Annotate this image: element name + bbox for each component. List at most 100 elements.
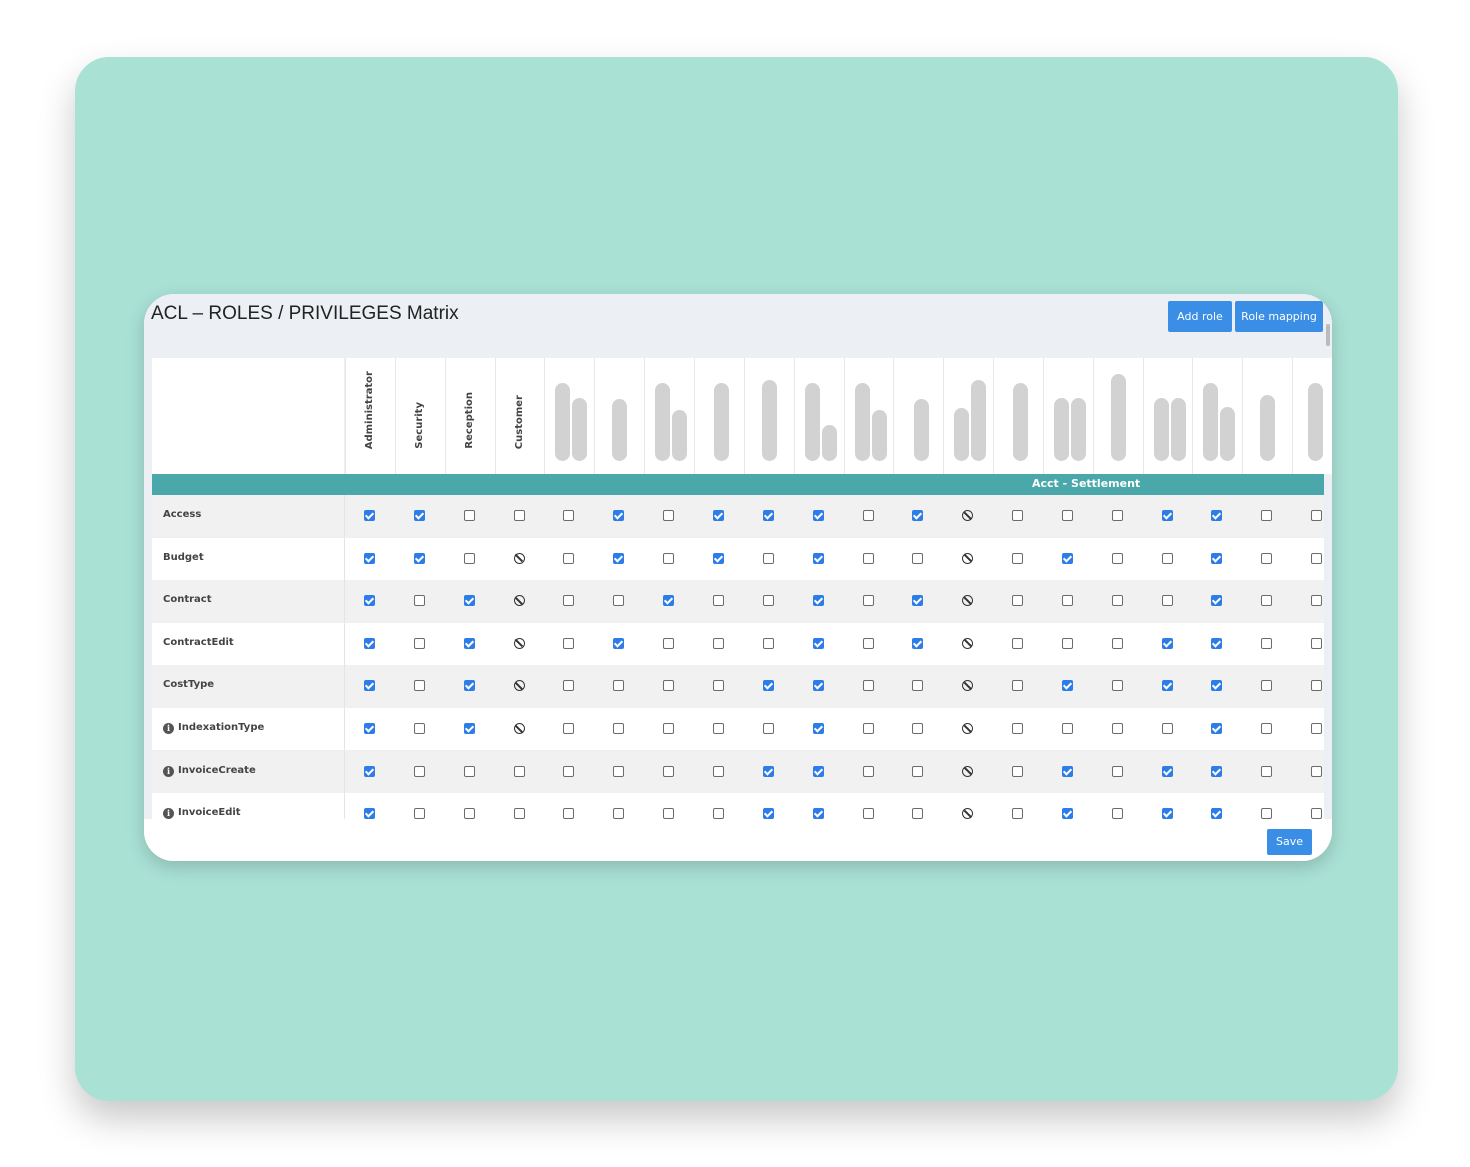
denied-icon[interactable]: [513, 552, 525, 564]
checkbox-checked[interactable]: [1211, 680, 1223, 692]
checkbox-unchecked[interactable]: [613, 723, 625, 734]
checkbox-checked[interactable]: [1211, 765, 1223, 777]
checkbox-unchecked[interactable]: [413, 637, 425, 649]
checkbox-checked[interactable]: [812, 680, 824, 692]
checkbox-unchecked[interactable]: [663, 680, 675, 692]
denied-icon[interactable]: [962, 595, 974, 607]
checkbox-unchecked[interactable]: [513, 808, 525, 819]
checkbox-unchecked[interactable]: [1261, 765, 1273, 777]
denied-icon[interactable]: [513, 680, 525, 692]
checkbox-unchecked[interactable]: [563, 637, 575, 649]
checkbox-unchecked[interactable]: [613, 765, 625, 777]
checkbox-unchecked[interactable]: [563, 595, 575, 607]
checkbox-unchecked[interactable]: [413, 765, 425, 777]
checkbox-checked[interactable]: [463, 680, 475, 692]
checkbox-unchecked[interactable]: [413, 680, 425, 692]
checkbox-unchecked[interactable]: [712, 637, 724, 649]
checkbox-unchecked[interactable]: [712, 765, 724, 777]
checkbox-unchecked[interactable]: [1061, 723, 1073, 734]
checkbox-unchecked[interactable]: [1012, 595, 1024, 607]
checkbox-unchecked[interactable]: [513, 510, 525, 521]
checkbox-unchecked[interactable]: [463, 765, 475, 777]
checkbox-unchecked[interactable]: [1111, 637, 1123, 649]
checkbox-unchecked[interactable]: [712, 595, 724, 607]
checkbox-unchecked[interactable]: [862, 637, 874, 649]
checkbox-unchecked[interactable]: [1311, 808, 1323, 819]
checkbox-checked[interactable]: [364, 595, 375, 607]
role-mapping-button[interactable]: Role mapping: [1235, 301, 1323, 332]
checkbox-unchecked[interactable]: [663, 510, 675, 521]
checkbox-checked[interactable]: [1061, 765, 1073, 777]
checkbox-unchecked[interactable]: [912, 680, 924, 692]
denied-icon[interactable]: [962, 723, 974, 734]
checkbox-checked[interactable]: [1211, 808, 1223, 819]
checkbox-checked[interactable]: [1211, 510, 1223, 521]
checkbox-unchecked[interactable]: [513, 765, 525, 777]
add-role-button[interactable]: Add role: [1168, 301, 1232, 332]
checkbox-checked[interactable]: [663, 595, 675, 607]
checkbox-unchecked[interactable]: [663, 637, 675, 649]
checkbox-unchecked[interactable]: [563, 765, 575, 777]
checkbox-unchecked[interactable]: [663, 765, 675, 777]
checkbox-unchecked[interactable]: [1061, 510, 1073, 521]
checkbox-checked[interactable]: [712, 510, 724, 521]
checkbox-unchecked[interactable]: [1012, 552, 1024, 564]
checkbox-unchecked[interactable]: [463, 808, 475, 819]
checkbox-unchecked[interactable]: [413, 595, 425, 607]
checkbox-unchecked[interactable]: [563, 680, 575, 692]
checkbox-unchecked[interactable]: [663, 808, 675, 819]
checkbox-unchecked[interactable]: [563, 723, 575, 734]
checkbox-unchecked[interactable]: [1111, 765, 1123, 777]
checkbox-unchecked[interactable]: [1111, 723, 1123, 734]
checkbox-unchecked[interactable]: [862, 552, 874, 564]
checkbox-unchecked[interactable]: [912, 723, 924, 734]
checkbox-checked[interactable]: [812, 552, 824, 564]
checkbox-checked[interactable]: [762, 510, 774, 521]
checkbox-unchecked[interactable]: [1311, 510, 1323, 521]
checkbox-unchecked[interactable]: [1111, 680, 1123, 692]
checkbox-checked[interactable]: [1161, 808, 1173, 819]
checkbox-unchecked[interactable]: [1012, 510, 1024, 521]
denied-icon[interactable]: [962, 637, 974, 649]
vertical-scrollbar[interactable]: [1326, 324, 1330, 346]
checkbox-unchecked[interactable]: [1311, 723, 1323, 734]
checkbox-unchecked[interactable]: [1111, 808, 1123, 819]
checkbox-checked[interactable]: [1211, 595, 1223, 607]
checkbox-unchecked[interactable]: [1311, 595, 1323, 607]
checkbox-unchecked[interactable]: [1311, 637, 1323, 649]
checkbox-unchecked[interactable]: [1012, 637, 1024, 649]
checkbox-unchecked[interactable]: [613, 680, 625, 692]
checkbox-unchecked[interactable]: [912, 808, 924, 819]
checkbox-unchecked[interactable]: [1161, 552, 1173, 564]
checkbox-unchecked[interactable]: [912, 765, 924, 777]
checkbox-unchecked[interactable]: [1311, 765, 1323, 777]
checkbox-checked[interactable]: [413, 552, 425, 564]
checkbox-unchecked[interactable]: [862, 595, 874, 607]
checkbox-unchecked[interactable]: [1012, 765, 1024, 777]
checkbox-unchecked[interactable]: [1161, 723, 1173, 734]
denied-icon[interactable]: [513, 595, 525, 607]
checkbox-unchecked[interactable]: [413, 808, 425, 819]
checkbox-unchecked[interactable]: [762, 723, 774, 734]
checkbox-unchecked[interactable]: [663, 723, 675, 734]
checkbox-checked[interactable]: [1161, 510, 1173, 521]
checkbox-checked[interactable]: [364, 680, 375, 692]
checkbox-unchecked[interactable]: [1012, 808, 1024, 819]
checkbox-unchecked[interactable]: [1061, 637, 1073, 649]
checkbox-checked[interactable]: [364, 510, 375, 521]
checkbox-unchecked[interactable]: [1061, 595, 1073, 607]
denied-icon[interactable]: [513, 723, 525, 734]
checkbox-unchecked[interactable]: [762, 637, 774, 649]
checkbox-unchecked[interactable]: [1161, 595, 1173, 607]
checkbox-checked[interactable]: [912, 637, 924, 649]
checkbox-unchecked[interactable]: [1261, 680, 1273, 692]
checkbox-unchecked[interactable]: [1111, 510, 1123, 521]
checkbox-checked[interactable]: [364, 637, 375, 649]
checkbox-checked[interactable]: [912, 510, 924, 521]
checkbox-checked[interactable]: [1161, 637, 1173, 649]
checkbox-checked[interactable]: [613, 637, 625, 649]
checkbox-unchecked[interactable]: [463, 552, 475, 564]
checkbox-checked[interactable]: [1061, 552, 1073, 564]
checkbox-unchecked[interactable]: [1261, 808, 1273, 819]
checkbox-checked[interactable]: [1211, 552, 1223, 564]
